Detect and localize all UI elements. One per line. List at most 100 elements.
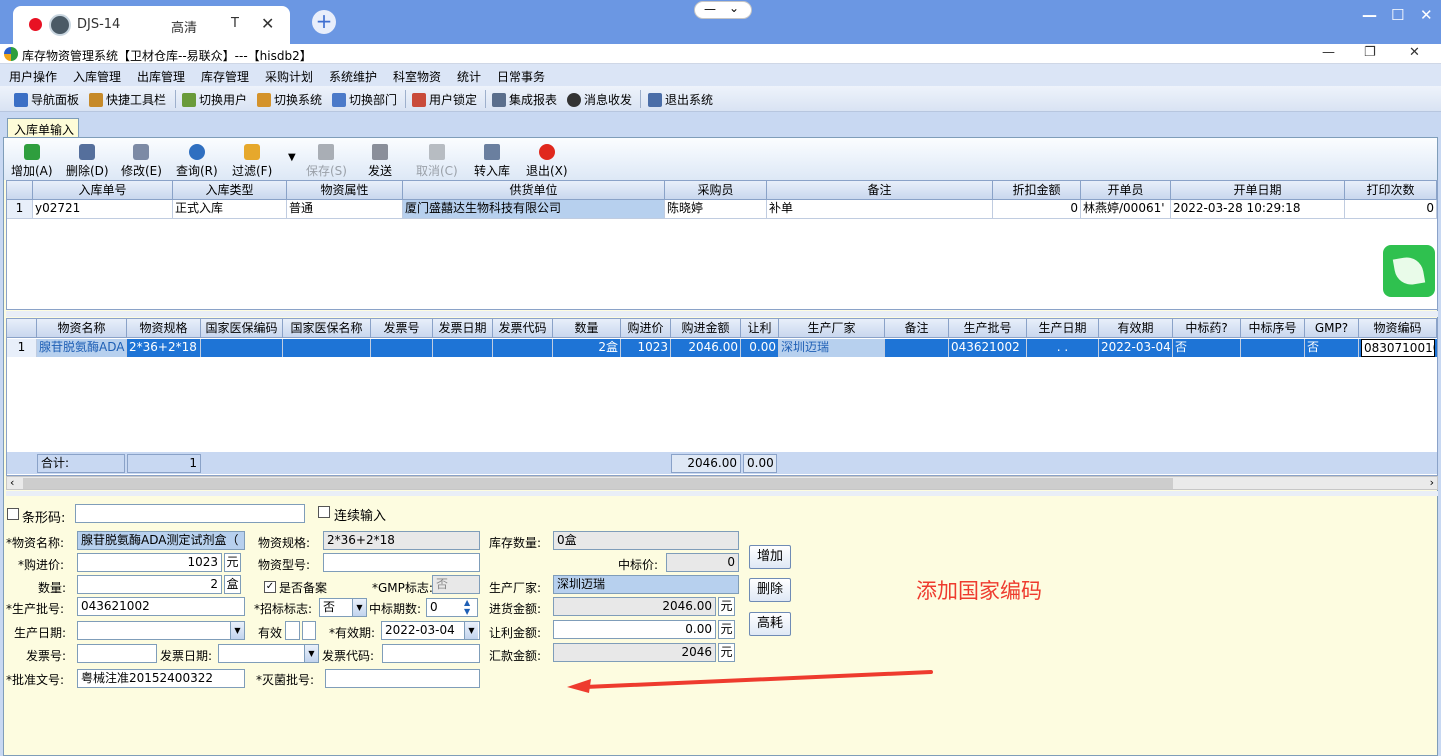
browser-close-button[interactable]: ✕ — [1420, 6, 1433, 24]
filter-dropdown-icon[interactable]: ▼ — [288, 152, 296, 163]
add-button[interactable]: 增加(A) — [11, 144, 53, 179]
high-cost-button[interactable]: 高耗 — [749, 612, 791, 636]
menu-stock[interactable]: 库存管理 — [201, 68, 249, 85]
chevron-down-icon[interactable]: ⌄ — [729, 1, 739, 15]
batch-cell[interactable]: 043621002 — [949, 339, 1027, 357]
col-header[interactable]: 入库类型 — [173, 181, 287, 200]
record-checkbox[interactable]: ✓ — [264, 581, 276, 593]
discount-cell[interactable]: 0 — [993, 200, 1081, 218]
col-header[interactable]: 发票代码 — [493, 319, 553, 338]
col-header[interactable]: 中标药? — [1173, 319, 1241, 338]
scroll-right-icon[interactable]: › — [1430, 476, 1434, 489]
menu-system[interactable]: 系统维护 — [329, 68, 377, 85]
bid-drug-cell[interactable]: 否 — [1173, 339, 1241, 357]
amount-cell[interactable]: 2046.00 — [671, 339, 741, 357]
col-header[interactable]: 国家医保编码 — [201, 319, 283, 338]
col-header[interactable]: 中标序号 — [1241, 319, 1305, 338]
col-header[interactable]: 国家医保名称 — [283, 319, 371, 338]
messages-button[interactable]: 消息收发 — [567, 91, 632, 108]
query-button[interactable]: 查询(R) — [176, 144, 218, 179]
exit-system-button[interactable]: 退出系统 — [648, 91, 713, 108]
form-add-button[interactable]: 增加 — [749, 545, 791, 569]
maker-cell[interactable]: 深圳迈瑞 — [779, 339, 885, 357]
col-header[interactable]: 数量 — [553, 319, 621, 338]
table-row[interactable]: 1 y02721 正式入库 普通 厦门盛囍达生物科技有限公司 陈晓婷 补单 0 … — [7, 200, 1437, 219]
valid-box[interactable] — [285, 621, 300, 640]
switch-user-button[interactable]: 切换用户 — [182, 91, 247, 108]
col-header[interactable]: 备注 — [767, 181, 993, 200]
col-header[interactable]: 发票日期 — [433, 319, 493, 338]
menu-user-ops[interactable]: 用户操作 — [9, 68, 57, 85]
print-count-cell[interactable]: 0 — [1345, 200, 1437, 218]
stepper-arrows-icon[interactable]: ▲ ▼ — [464, 598, 470, 616]
scroll-left-icon[interactable]: ‹ — [10, 476, 14, 489]
col-header[interactable]: 供货单位 — [403, 181, 665, 200]
app-float-icon[interactable] — [1383, 245, 1435, 297]
menu-purchase-plan[interactable]: 采购计划 — [265, 68, 313, 85]
browser-minimize-button[interactable]: — — [1362, 6, 1377, 24]
nhsa-name-cell[interactable] — [283, 339, 371, 357]
invoice-no-cell[interactable] — [371, 339, 433, 357]
valid-box[interactable] — [302, 621, 316, 640]
bid-period-stepper[interactable]: 0 — [426, 598, 478, 617]
quick-toolbar-button[interactable]: 快捷工具栏 — [89, 91, 166, 108]
transfer-in-button[interactable]: 转入库 — [474, 144, 510, 179]
maker-field[interactable]: 深圳迈瑞 — [553, 575, 739, 594]
supplier-cell[interactable]: 厦门盛囍达生物科技有限公司 — [403, 200, 665, 218]
col-header[interactable]: 物资规格 — [127, 319, 201, 338]
approval-field[interactable]: 粤械注准20152400322 — [77, 669, 245, 688]
browser-tab[interactable]: DJS-14 高清 T ✕ — [13, 6, 290, 44]
edit-button[interactable]: 修改(E) — [121, 144, 162, 179]
col-header[interactable]: 物资名称 — [37, 319, 127, 338]
remark-cell[interactable] — [885, 339, 949, 357]
creator-cell[interactable]: 林燕婷/00061' — [1081, 200, 1171, 218]
expiry-dropdown-icon[interactable]: ▼ — [464, 622, 478, 639]
col-header[interactable]: 物资属性 — [287, 181, 403, 200]
bid-seq-cell[interactable] — [1241, 339, 1305, 357]
col-header[interactable]: 入库单号 — [33, 181, 173, 200]
filter-button[interactable]: 过滤(F) — [232, 144, 272, 179]
invoice-date-dropdown-icon[interactable]: ▼ — [304, 645, 318, 662]
bid-flag-dropdown-icon[interactable]: ▼ — [352, 599, 366, 616]
gmp-select[interactable]: 否 — [432, 575, 480, 594]
col-header[interactable]: 生产批号 — [949, 319, 1027, 338]
remark-cell[interactable]: 补单 — [767, 200, 993, 218]
col-header[interactable]: 生产厂家 — [779, 319, 885, 338]
nav-panel-button[interactable]: 导航面板 — [14, 91, 79, 108]
new-tab-button[interactable]: + — [312, 10, 336, 34]
col-header[interactable]: 备注 — [885, 319, 949, 338]
col-header[interactable]: 发票号 — [371, 319, 433, 338]
attr-cell[interactable]: 普通 — [287, 200, 403, 218]
cancel-button[interactable]: 取消(C) — [416, 144, 458, 179]
gmp-cell[interactable]: 否 — [1305, 339, 1359, 357]
browser-maximize-button[interactable]: ☐ — [1391, 6, 1404, 24]
goods-code-cell[interactable]: 0830710010 — [1361, 339, 1435, 357]
send-button[interactable]: 发送 — [368, 144, 392, 179]
sterile-field[interactable] — [325, 669, 480, 688]
lock-user-button[interactable]: 用户锁定 — [412, 91, 477, 108]
splitter[interactable] — [6, 311, 1438, 317]
menu-daily[interactable]: 日常事务 — [497, 68, 545, 85]
app-minimize-button[interactable]: — — [1322, 45, 1335, 60]
horizontal-scrollbar[interactable]: ‹ › — [6, 476, 1438, 490]
col-header[interactable]: 采购员 — [665, 181, 767, 200]
switch-system-button[interactable]: 切换系统 — [257, 91, 322, 108]
buyer-cell[interactable]: 陈晓婷 — [665, 200, 767, 218]
inbound-type-cell[interactable]: 正式入库 — [173, 200, 287, 218]
menu-dept-goods[interactable]: 科室物资 — [393, 68, 441, 85]
col-header[interactable]: 购进价 — [621, 319, 671, 338]
save-button[interactable]: 保存(S) — [306, 144, 347, 179]
expiry-cell[interactable]: 2022-03-04 — [1099, 339, 1173, 357]
prod-date-cell[interactable]: . . — [1027, 339, 1099, 357]
app-restore-button[interactable]: ❐ — [1364, 45, 1376, 60]
spec-cell[interactable]: 2*36+2*18 — [127, 339, 201, 357]
date-cell[interactable]: 2022-03-28 10:29:18 — [1171, 200, 1345, 218]
collapse-icon[interactable]: — — [704, 2, 716, 16]
col-header[interactable]: 开单员 — [1081, 181, 1171, 200]
scroll-thumb[interactable] — [23, 478, 1173, 489]
menu-stats[interactable]: 统计 — [457, 68, 481, 85]
prod-date-dropdown-icon[interactable]: ▼ — [230, 622, 244, 639]
table-row[interactable]: 1 腺苷脱氨酶ADA 2*36+2*18 2盒 1023 2046.00 0.0… — [7, 339, 1437, 357]
price-field[interactable]: 1023 — [77, 553, 222, 572]
barcode-input[interactable] — [75, 504, 305, 523]
